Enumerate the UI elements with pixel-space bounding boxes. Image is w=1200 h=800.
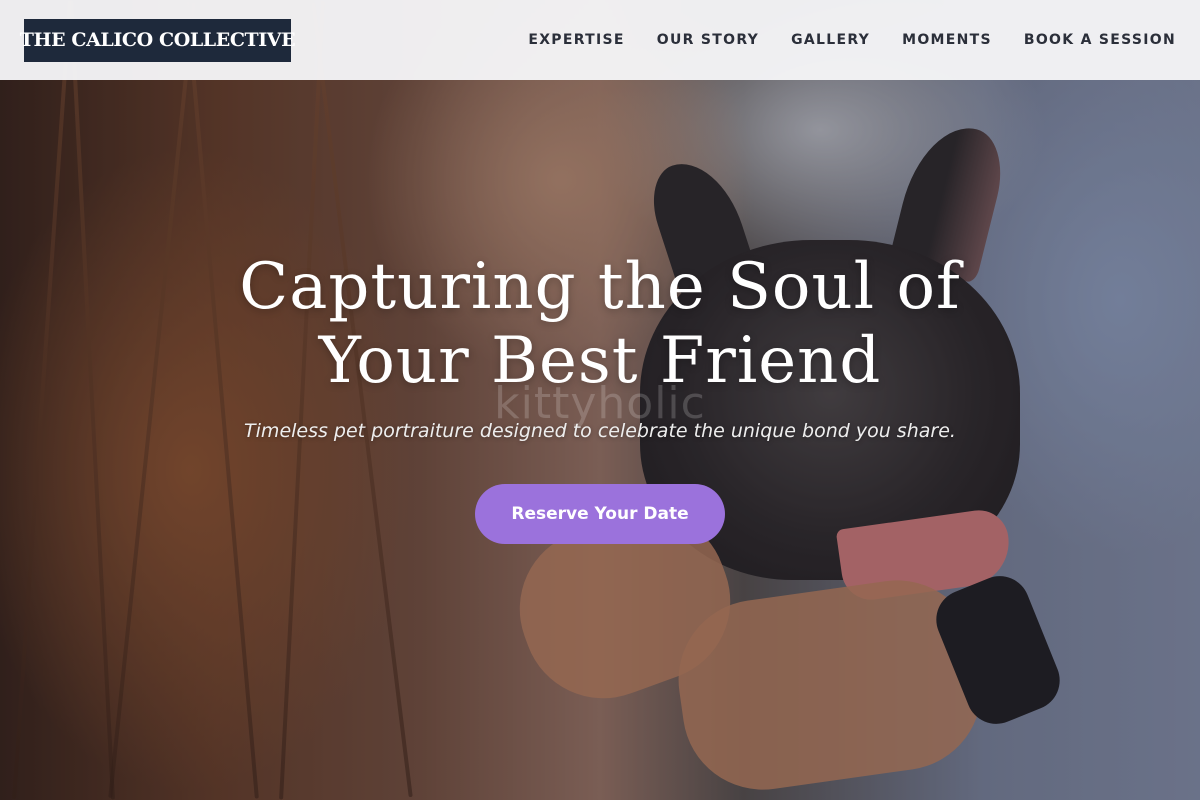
reserve-date-button[interactable]: Reserve Your Date <box>475 484 725 544</box>
site-header: THE CALICO COLLECTIVE EXPERTISE OUR STOR… <box>0 0 1200 80</box>
nav-link-gallery[interactable]: GALLERY <box>791 32 870 48</box>
hero-section: kittyholic Capturing the Soul of Your Be… <box>0 250 1200 544</box>
nav-link-expertise[interactable]: EXPERTISE <box>528 32 624 48</box>
nav-link-book-a-session[interactable]: BOOK A SESSION <box>1024 32 1176 48</box>
nav-link-our-story[interactable]: OUR STORY <box>657 32 759 48</box>
hero-headline: Capturing the Soul of Your Best Friend <box>0 250 1200 398</box>
main-nav: EXPERTISE OUR STORY GALLERY MOMENTS BOOK… <box>496 32 1176 48</box>
nav-link-moments[interactable]: MOMENTS <box>902 32 992 48</box>
hero-headline-line1: Capturing the Soul of <box>239 250 961 324</box>
watermark-text: kittyholic <box>494 378 706 429</box>
site-logo[interactable]: THE CALICO COLLECTIVE <box>20 18 296 62</box>
